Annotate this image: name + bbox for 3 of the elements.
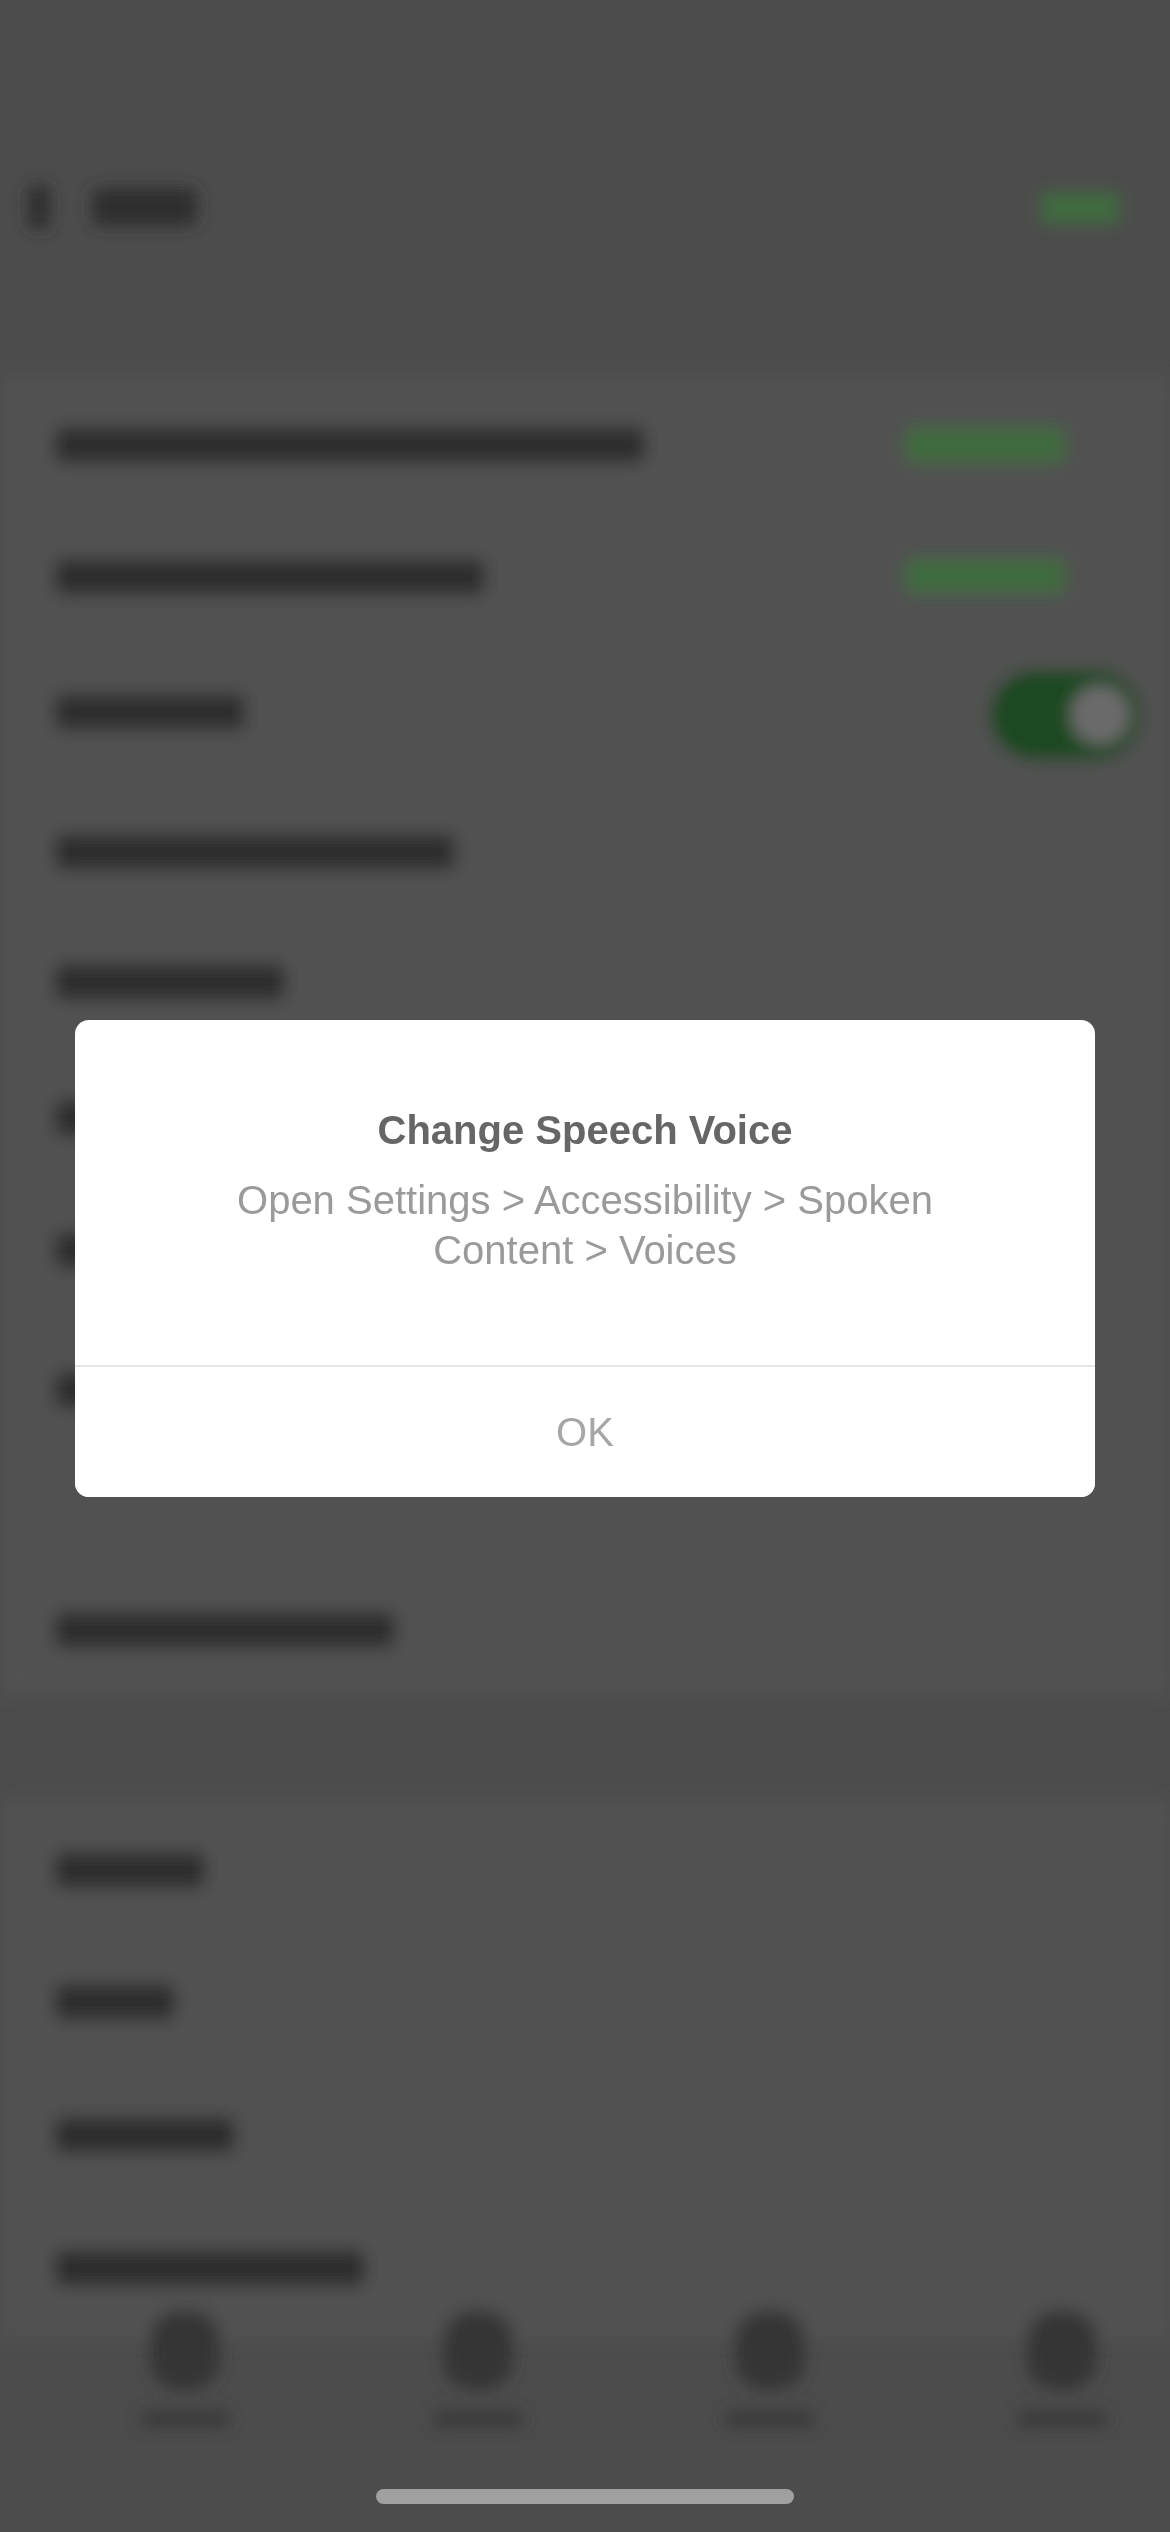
dialog-message: Open Settings > Accessibility > Spoken Content > Voices [236,1177,934,1274]
dialog-title: Change Speech Voice [377,1108,793,1153]
ok-button[interactable]: OK [75,1365,1095,1497]
